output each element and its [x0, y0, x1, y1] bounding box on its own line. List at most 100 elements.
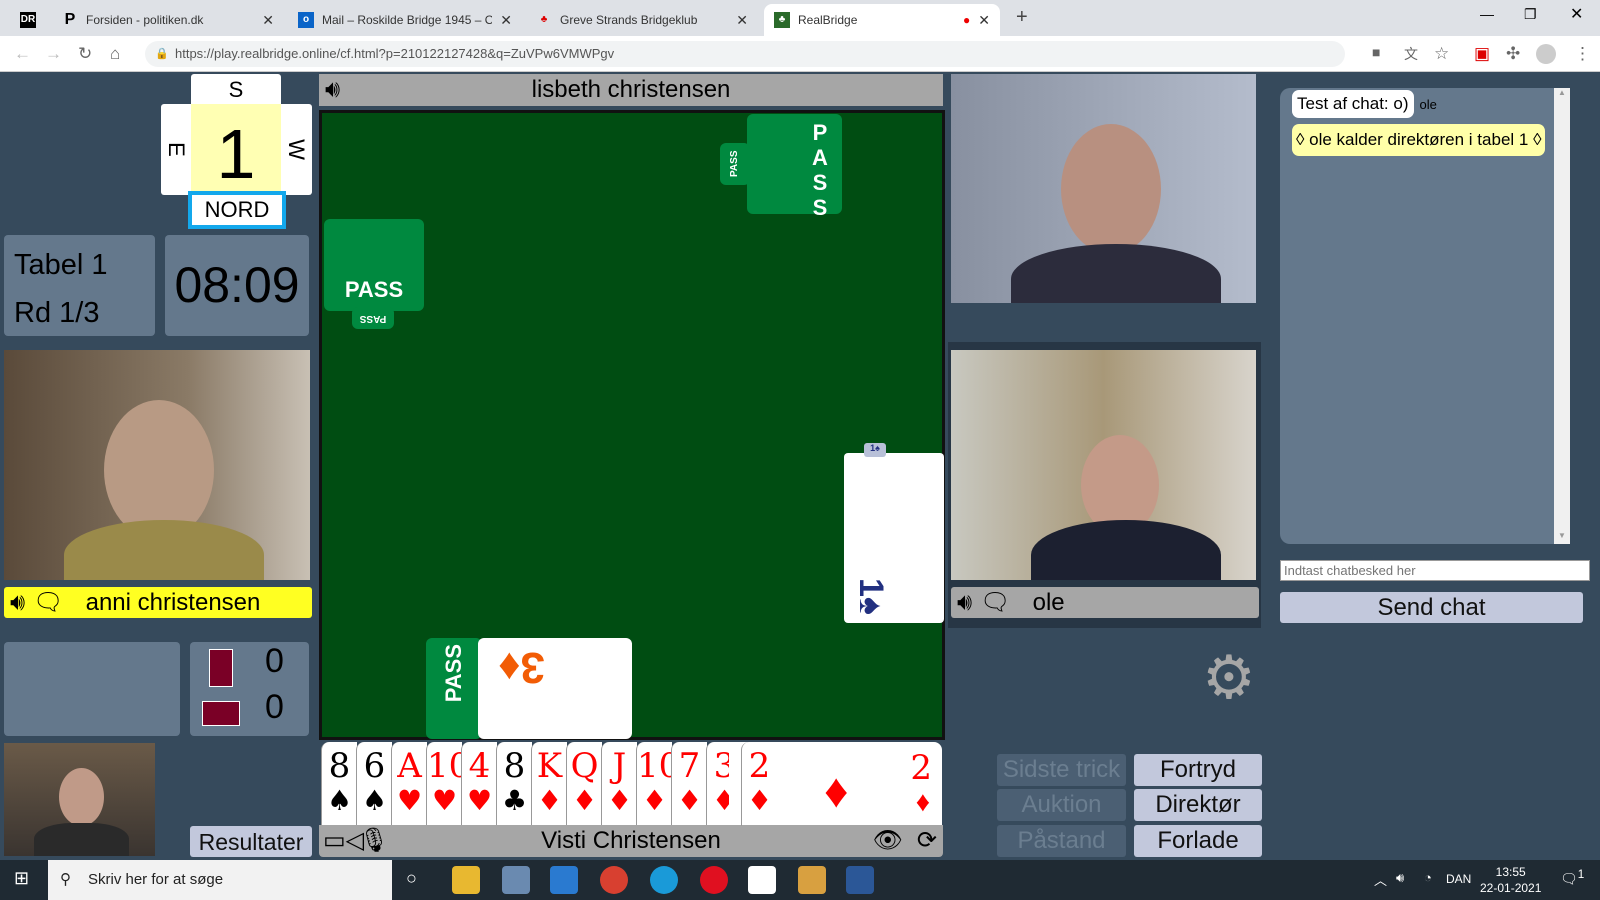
profile-icon[interactable]	[1536, 44, 1556, 64]
pdf-icon[interactable]: ▣	[1474, 44, 1490, 64]
tab-dr[interactable]: DR	[10, 4, 50, 36]
close-tab-icon[interactable]: ✕	[500, 12, 512, 29]
ns-trick-icon	[209, 649, 233, 687]
clock[interactable]: 13:55 22-01-2021	[1480, 864, 1541, 896]
new-tab-icon[interactable]: +	[1016, 6, 1028, 29]
speaker-icon[interactable]: 🔊︎	[957, 589, 972, 617]
bridge-club-icon: ♣	[540, 14, 548, 25]
translate-icon[interactable]: 文	[1404, 44, 1418, 64]
results-button[interactable]: Resultater	[190, 826, 312, 857]
url-input[interactable]: 🔒 https://play.realbridge.online/cf.html?…	[145, 41, 1345, 67]
close-window-icon[interactable]: ✕	[1570, 4, 1583, 24]
camera-icon[interactable]: ■	[1372, 44, 1380, 60]
language-indicator[interactable]: DAN	[1446, 872, 1471, 886]
taskbar-search[interactable]: ⚲ Skriv her for at søge	[48, 860, 392, 900]
tab-politiken[interactable]: P Forsiden - politiken.dk ✕	[52, 4, 284, 36]
chat-scrollbar[interactable]: ▲ ▼	[1554, 88, 1570, 544]
settings-gear-icon[interactable]: ⚙	[1202, 648, 1256, 708]
tab-greve[interactable]: ♣ Greve Strands Bridgeklub ✕	[526, 4, 758, 36]
chat-input[interactable]	[1280, 560, 1590, 581]
windows-start-icon[interactable]: ⊞	[14, 868, 29, 889]
restore-icon[interactable]: ❐	[1524, 6, 1537, 23]
claim-button[interactable]: Påstand	[997, 825, 1126, 857]
card-suit-icon: ♦	[606, 784, 633, 817]
hand-card[interactable]: K ♦	[531, 742, 567, 826]
extensions-icon[interactable]: ✣	[1506, 44, 1520, 64]
ew-trick-icon	[202, 701, 240, 726]
hand-card[interactable]: 7 ♦	[671, 742, 707, 826]
wifi-icon[interactable]: ◔	[1424, 870, 1432, 885]
hand-card[interactable]: 8 ♠	[321, 742, 357, 826]
bid-east-label: 1♠	[851, 578, 890, 615]
menu-icon[interactable]: ⋮	[1574, 44, 1591, 64]
tray-chevron-icon[interactable]: ︿	[1374, 870, 1387, 889]
reload-icon[interactable]: ↻	[78, 44, 92, 64]
chat-bubble-icon[interactable]: 🗨︎	[980, 588, 1010, 617]
store-icon[interactable]	[502, 866, 530, 894]
video-north	[951, 74, 1256, 303]
eye-icon[interactable]: 👁︎	[873, 825, 903, 857]
games-icon[interactable]	[798, 866, 826, 894]
speaker-icon[interactable]: 🔊︎	[10, 589, 25, 617]
chrome-icon[interactable]	[600, 866, 628, 894]
card-rank: K	[536, 746, 563, 786]
card-rank: 6	[363, 746, 386, 786]
opera-icon[interactable]	[700, 866, 728, 894]
rotate-icon[interactable]: ⟳	[917, 825, 937, 857]
politiken-icon: P	[64, 11, 76, 28]
hand-card[interactable]: 4 ♥	[461, 742, 497, 826]
chat-bubble-icon[interactable]: 🗨︎	[33, 588, 63, 617]
leave-button[interactable]: Forlade	[1134, 825, 1262, 857]
speaker-icon[interactable]: 🔊︎	[325, 74, 340, 106]
word-icon[interactable]	[846, 866, 874, 894]
home-icon[interactable]: ⌂	[110, 44, 120, 64]
volume-icon[interactable]: 🔊︎	[1396, 870, 1404, 886]
cortana-icon[interactable]: ○	[406, 868, 417, 889]
empty-panel	[4, 642, 180, 736]
close-tab-icon[interactable]: ✕	[978, 12, 990, 29]
hand-card[interactable]: 10 ♦	[636, 742, 680, 826]
hand-card[interactable]: 8 ♣	[496, 742, 532, 826]
hand-card[interactable]: 2 ♦	[741, 742, 777, 826]
card-suit-icon: ♠	[326, 784, 353, 817]
last-trick-button[interactable]: Sidste trick	[997, 754, 1126, 786]
card-suit-icon: ♦	[536, 784, 563, 817]
bookmark-star-icon[interactable]: ☆	[1434, 44, 1449, 64]
compass-top: S	[191, 74, 281, 106]
close-tab-icon[interactable]: ✕	[736, 12, 748, 29]
chat-message: ◊ ole kalder direktøren i tabel 1 ◊	[1292, 124, 1546, 156]
card-rank: 7	[678, 746, 701, 786]
microphone-icon[interactable]: 🎙︎	[359, 825, 389, 857]
card-suit-icon: ♥	[396, 784, 423, 817]
card-suit-icon: ♦	[571, 784, 598, 817]
forward-icon[interactable]: →	[45, 44, 62, 64]
card-suit-icon: ♠	[361, 784, 388, 817]
undo-button[interactable]: Fortryd	[1134, 754, 1262, 786]
card-rank: A	[397, 746, 422, 786]
video-camera-icon[interactable]: ▭◁	[323, 825, 364, 857]
name-bar-south: ▭◁ 🎙︎ Visti Christensen 👁︎ ⟳	[319, 825, 943, 857]
hand-card[interactable]: J ♦	[601, 742, 637, 826]
played-card-south: 3♦	[478, 638, 632, 739]
director-button[interactable]: Direktør	[1134, 789, 1262, 821]
tab-mail[interactable]: o Mail – Roskilde Bridge 1945 – Ou ✕	[288, 4, 522, 36]
back-icon[interactable]: ←	[14, 44, 31, 64]
card-rank: 8	[328, 746, 351, 786]
tab-realbridge[interactable]: ♣ RealBridge ● ✕	[764, 4, 1000, 36]
card-rank: Q	[570, 746, 599, 786]
auction-button[interactable]: Auktion	[997, 789, 1126, 821]
solitaire-icon[interactable]	[748, 866, 776, 894]
close-tab-icon[interactable]: ✕	[262, 12, 274, 29]
hand-card[interactable]: A ♥	[391, 742, 427, 826]
minimize-icon[interactable]: —	[1480, 6, 1494, 22]
hand-card[interactable]: 6 ♠	[356, 742, 392, 826]
notifications-icon[interactable]: 🗨︎1	[1560, 868, 1584, 888]
file-explorer-icon[interactable]	[452, 866, 480, 894]
edge-icon[interactable]	[650, 866, 678, 894]
send-chat-button[interactable]: Send chat	[1280, 592, 1583, 623]
hand-card[interactable]: Q ♦	[566, 742, 602, 826]
mail-icon[interactable]	[550, 866, 578, 894]
compass-left: E	[161, 104, 192, 195]
person-body	[34, 823, 129, 856]
hand-card[interactable]: 10 ♥	[426, 742, 470, 826]
